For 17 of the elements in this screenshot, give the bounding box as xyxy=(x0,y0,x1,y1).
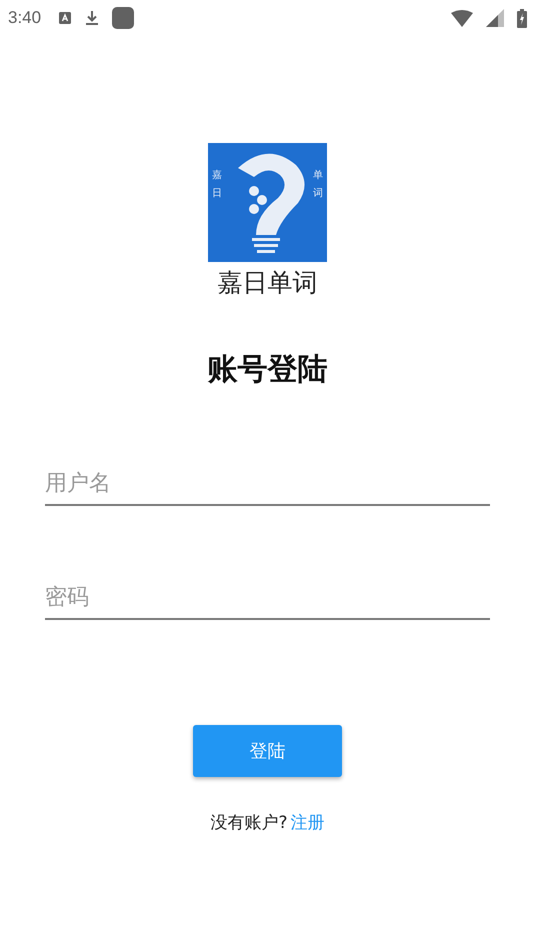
download-icon xyxy=(85,10,100,26)
signal-icon xyxy=(486,9,504,27)
square-icon xyxy=(112,7,134,29)
login-button[interactable]: 登陆 xyxy=(193,725,342,777)
keyboard-icon xyxy=(58,11,72,25)
logo-text: 单词 xyxy=(313,168,323,201)
battery-icon xyxy=(517,8,527,28)
username-field[interactable]: 用户名 xyxy=(45,465,490,506)
logo-text: 嘉日 xyxy=(212,168,222,201)
password-field[interactable]: 密码 xyxy=(45,579,490,620)
wifi-icon xyxy=(451,10,473,26)
register-link[interactable]: 注册 xyxy=(290,811,325,834)
status-time: 3:40 xyxy=(8,8,42,28)
register-prompt: 没有账户? xyxy=(210,812,288,834)
app-name: 嘉日单词 xyxy=(218,267,318,299)
page-title: 账号登陆 xyxy=(208,351,328,389)
lightbulb-logo-icon xyxy=(208,143,327,262)
